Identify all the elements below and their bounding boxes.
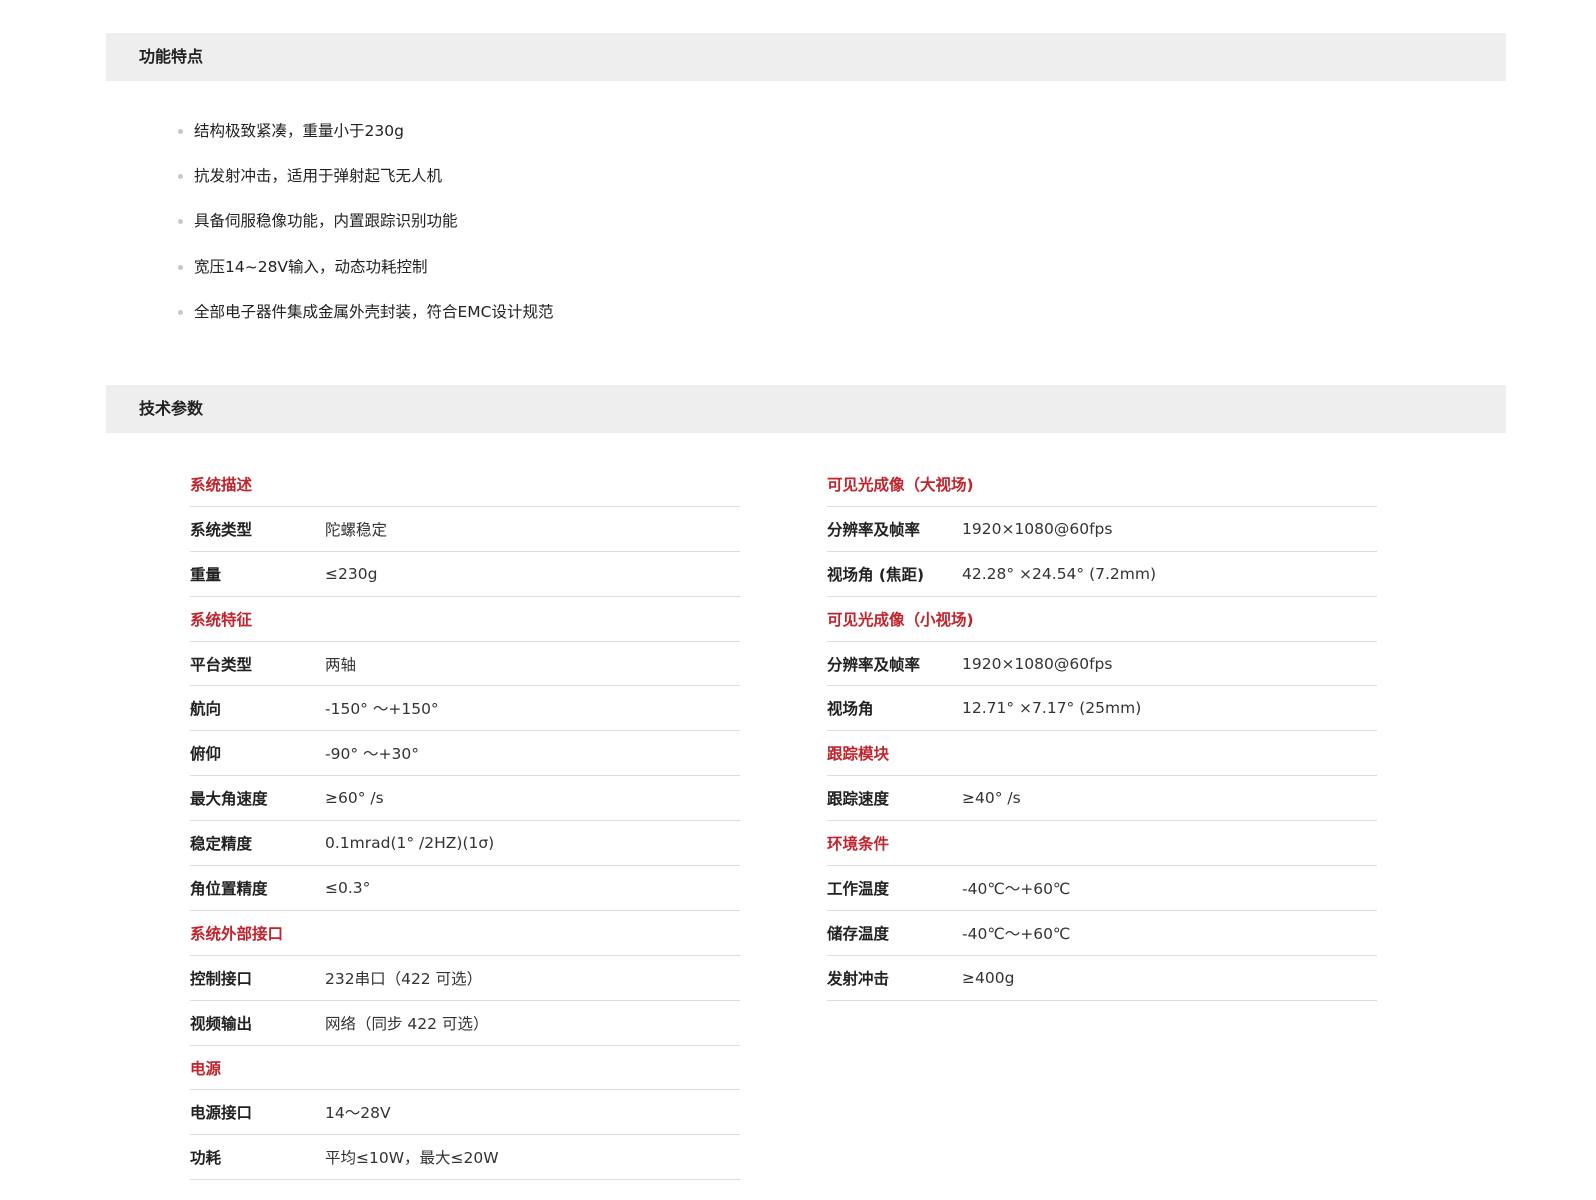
spec-row: 分辨率及帧率 1920×1080@60fps — [827, 642, 1377, 687]
spec-row: 角位置精度 ≤0.3° — [190, 866, 740, 911]
spec-row: 航向 -150° ～+150° — [190, 686, 740, 732]
bullet-dot-icon — [178, 174, 183, 180]
specs-section-title: 技术参数 — [106, 385, 1506, 433]
feature-text: 宽压14~28V输入，动态功耗控制 — [194, 257, 428, 276]
spec-value: ≤230g — [325, 564, 378, 583]
feature-text: 具备伺服稳像功能，内置跟踪识别功能 — [194, 212, 458, 231]
feature-item: 结构极致紧凑，重量小于230g — [176, 120, 554, 165]
spec-group-header: 可见光成像（小视场) — [827, 597, 1377, 642]
spec-row: 最大角速度 ≥60° /s — [190, 776, 740, 822]
spec-value: -90° ～+30° — [325, 745, 419, 764]
spec-group-header: 跟踪模块 — [827, 731, 1377, 777]
spec-value: 陀螺稳定 — [325, 520, 388, 539]
spec-table-left: 系统描述系统类型 陀螺稳定重量 ≤230g 系统特征平台类型 两轴航向 -150° ～+1… — [190, 462, 740, 1181]
spec-value: 1920×1080@60fps — [962, 519, 1113, 538]
spec-label: 控制接口 — [190, 969, 253, 988]
spec-value: 网络（同步 422 可选） — [325, 1014, 489, 1033]
spec-row: 分辨率及帧率 1920×1080@60fps — [827, 507, 1377, 552]
spec-label: 视场角 — [827, 700, 874, 719]
features-section-title: 功能特点 — [106, 33, 1506, 81]
spec-row: 电源接口 14～28V — [190, 1090, 740, 1136]
spec-value: 0.1mrad(1° /2HZ)(1σ) — [325, 834, 495, 853]
spec-label: 稳定精度 — [190, 835, 253, 854]
spec-row: 俯仰 -90° ～+30° — [190, 731, 740, 777]
bullet-dot-icon — [178, 129, 183, 134]
spec-group-header: 电源 — [190, 1046, 740, 1091]
spec-row: 储存温度 -40℃～+60℃ — [827, 911, 1377, 956]
spec-group-header: 系统外部接口 — [190, 911, 740, 956]
spec-row: 工作温度 -40℃～+60℃ — [827, 866, 1377, 911]
spec-row: 跟踪速度 ≥40° /s — [827, 776, 1377, 822]
spec-row: 控制接口 232串口（422 可选） — [190, 956, 740, 1001]
spec-row: 重量 ≤230g — [190, 552, 740, 597]
spec-label: 分辨率及帧率 — [827, 655, 921, 674]
spec-value: ≤0.3° — [325, 878, 371, 897]
spec-value: 两轴 — [325, 655, 357, 674]
spec-row: 视场角 12.71° ×7.17° (25mm) — [827, 686, 1377, 732]
spec-label: 发射冲击 — [827, 969, 890, 988]
spec-row: 视频输出 网络（同步 422 可选） — [190, 1001, 740, 1046]
features-list: 结构极致紧凑，重量小于230g 抗发射冲击，适用于弹射起飞无人机 具备伺服稳像功… — [176, 120, 554, 346]
spec-label: 系统类型 — [190, 520, 253, 539]
spec-row: 系统类型 陀螺稳定 — [190, 507, 740, 552]
spec-group-header: 系统描述 — [190, 462, 740, 507]
spec-label: 功耗 — [190, 1149, 222, 1168]
spec-value: 232串口（422 可选） — [325, 969, 483, 988]
spec-label: 电源接口 — [190, 1104, 253, 1123]
spec-label: 俯仰 — [190, 745, 222, 764]
bullet-dot-icon — [178, 264, 183, 270]
spec-value: 42.28° ×24.54° (7.2mm) — [962, 564, 1157, 583]
spec-row: 发射冲击 ≥400g — [827, 956, 1377, 1001]
bullet-dot-icon — [178, 219, 183, 225]
spec-value: -40℃～+60℃ — [962, 879, 1071, 898]
spec-value: 1920×1080@60fps — [962, 654, 1113, 673]
spec-table-right: 可见光成像（大视场) 分辨率及帧率 1920×1080@60fps 视场角 (焦距) 4… — [827, 462, 1377, 1001]
spec-value: -150° ～+150° — [325, 700, 439, 719]
spec-row: 功耗 平均≤10W，最大≤20W — [190, 1135, 740, 1181]
spec-label: 平台类型 — [190, 655, 253, 674]
spec-label: 工作温度 — [827, 879, 890, 898]
spec-value: ≥60° /s — [325, 789, 384, 808]
spec-value: ≥40° /s — [962, 789, 1021, 808]
bullet-dot-icon — [178, 309, 183, 315]
spec-value: 平均≤10W，最大≤20W — [325, 1149, 499, 1168]
product-spec-page: 功能特点 结构极致紧凑，重量小于230g 抗发射冲击，适用于弹射起飞无人机 具备… — [0, 0, 1596, 1200]
spec-label: 分辨率及帧率 — [827, 520, 921, 539]
spec-group-header: 系统特征 — [190, 597, 740, 642]
feature-item: 具备伺服稳像功能，内置跟踪识别功能 — [176, 210, 554, 255]
spec-value: 12.71° ×7.17° (25mm) — [962, 699, 1142, 718]
spec-label: 储存温度 — [827, 924, 890, 943]
feature-text: 全部电子器件集成金属外壳封装，符合EMC设计规范 — [194, 302, 554, 321]
spec-label: 最大角速度 — [190, 790, 268, 809]
spec-value: ≥400g — [962, 968, 1015, 987]
spec-label: 重量 — [190, 565, 222, 584]
spec-value: 14～28V — [325, 1104, 391, 1123]
feature-text: 抗发射冲击，适用于弹射起飞无人机 — [194, 167, 443, 186]
feature-item: 全部电子器件集成金属外壳封装，符合EMC设计规范 — [176, 301, 554, 346]
feature-text: 结构极致紧凑，重量小于230g — [194, 122, 404, 140]
spec-label: 视频输出 — [190, 1014, 253, 1033]
feature-item: 抗发射冲击，适用于弹射起飞无人机 — [176, 165, 554, 210]
spec-value: -40℃～+60℃ — [962, 924, 1071, 943]
spec-label: 角位置精度 — [190, 879, 268, 898]
spec-group-header: 可见光成像（大视场) — [827, 462, 1377, 507]
spec-row: 视场角 (焦距) 42.28° ×24.54° (7.2mm) — [827, 552, 1377, 597]
spec-group-header: 环境条件 — [827, 821, 1377, 867]
feature-item: 宽压14~28V输入，动态功耗控制 — [176, 256, 554, 301]
spec-label: 视场角 (焦距) — [827, 565, 925, 584]
spec-row: 平台类型 两轴 — [190, 642, 740, 687]
spec-row: 稳定精度 0.1mrad(1° /2HZ)(1σ) — [190, 821, 740, 867]
spec-label: 航向 — [190, 700, 222, 719]
spec-label: 跟踪速度 — [827, 790, 890, 809]
